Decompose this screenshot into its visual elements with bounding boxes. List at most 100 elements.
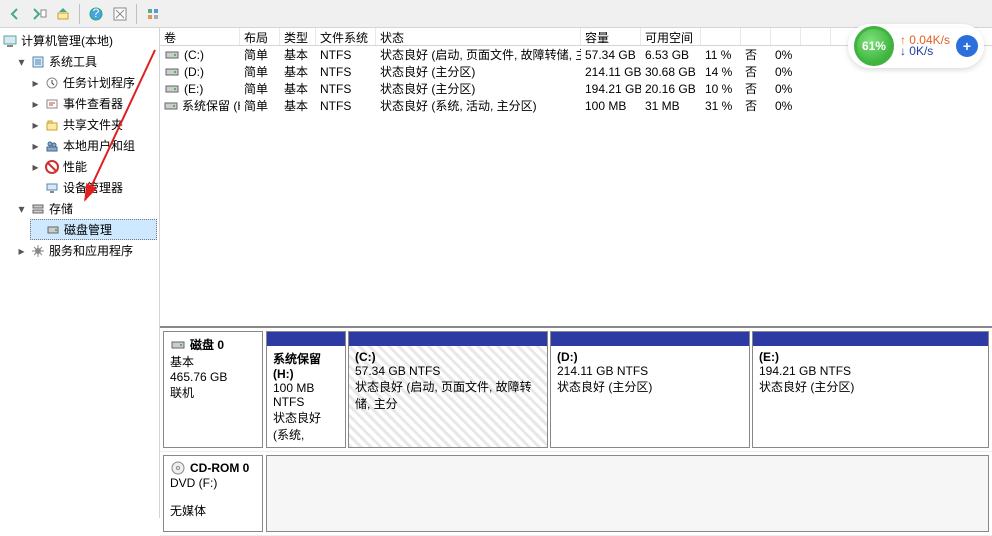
partition-status: 状态良好 (系统, bbox=[273, 409, 339, 443]
column-header[interactable] bbox=[741, 28, 771, 45]
volume-cell: 否 bbox=[741, 63, 771, 80]
pct-value: 61% bbox=[862, 39, 886, 53]
volume-cell: 6.53 GB bbox=[641, 48, 701, 62]
tree-group-label: 系统工具 bbox=[49, 53, 97, 70]
volume-cell: 214.11 GB bbox=[581, 65, 641, 79]
item-icon bbox=[44, 75, 60, 91]
volume-cell: 194.21 GB bbox=[581, 82, 641, 96]
expander-icon[interactable]: ▾ bbox=[16, 203, 27, 214]
tree-item-label: 任务计划程序 bbox=[63, 74, 135, 91]
disk-strip: 磁盘 0 基本 465.76 GB 联机 系统保留 (H:)100 MB NTF… bbox=[160, 328, 992, 452]
volume-row[interactable]: (E:)简单基本NTFS状态良好 (主分区)194.21 GB20.16 GB1… bbox=[160, 80, 992, 97]
partition-size: 100 MB NTFS bbox=[273, 381, 339, 409]
computer-icon bbox=[2, 33, 18, 49]
expander-icon[interactable]: ▸ bbox=[30, 77, 41, 88]
graphical-view: 磁盘 0 基本 465.76 GB 联机 系统保留 (H:)100 MB NTF… bbox=[160, 326, 992, 536]
expander-icon[interactable]: ▸ bbox=[30, 140, 41, 151]
item-icon bbox=[44, 180, 60, 196]
disk-size: 465.76 GB bbox=[170, 370, 256, 384]
volume-row[interactable]: 系统保留 (H:)简单基本NTFS状态良好 (系统, 活动, 主分区)100 M… bbox=[160, 97, 992, 114]
floating-widget[interactable]: 61% ↑ 0.04K/s ↓ 0K/s + bbox=[848, 24, 984, 68]
partition[interactable]: (D:)214.11 GB NTFS状态良好 (主分区) bbox=[550, 331, 750, 448]
tree-item-label: 共享文件夹 bbox=[63, 116, 123, 133]
cdrom-title: CD-ROM 0 bbox=[190, 461, 249, 475]
download-rate: 0K/s bbox=[909, 44, 933, 58]
tree-group[interactable]: ▾存储 bbox=[16, 198, 157, 219]
tree-item-label: 事件查看器 bbox=[63, 95, 123, 112]
partition-status: 状态良好 (主分区) bbox=[557, 378, 743, 395]
tree-item[interactable]: ▸ 共享文件夹 bbox=[30, 114, 157, 135]
volume-cell: 状态良好 (主分区) bbox=[376, 63, 581, 80]
memory-pct-circle[interactable]: 61% bbox=[854, 26, 894, 66]
volume-cell: 基本 bbox=[280, 46, 316, 63]
volume-cell: (D:) bbox=[160, 64, 240, 80]
expander-icon[interactable]: ▾ bbox=[16, 56, 27, 67]
partition-name: (E:) bbox=[759, 350, 982, 364]
partition-status: 状态良好 (主分区) bbox=[759, 378, 982, 395]
column-header[interactable] bbox=[771, 28, 801, 45]
partition-name: (D:) bbox=[557, 350, 743, 364]
cdrom-status: 无媒体 bbox=[170, 502, 256, 519]
tree-root[interactable]: 计算机管理(本地) bbox=[2, 30, 157, 51]
partition-name: (C:) bbox=[355, 350, 541, 364]
volume-list: (C:)简单基本NTFS状态良好 (启动, 页面文件, 故障转储, 主分区)57… bbox=[160, 46, 992, 326]
plus-badge[interactable]: + bbox=[956, 35, 978, 57]
volume-cell: 20.16 GB bbox=[641, 82, 701, 96]
tree-item-label: 本地用户和组 bbox=[63, 137, 135, 154]
volume-cell: 否 bbox=[741, 46, 771, 63]
column-header[interactable]: 可用空间 bbox=[641, 28, 701, 45]
expander-icon[interactable]: ▸ bbox=[30, 119, 41, 130]
column-header[interactable] bbox=[801, 28, 831, 45]
expander-icon[interactable]: ▸ bbox=[30, 161, 41, 172]
volume-cell: 系统保留 (H:) bbox=[160, 97, 240, 114]
column-header[interactable]: 类型 bbox=[280, 28, 316, 45]
group-icon bbox=[30, 54, 46, 70]
tree-item[interactable]: 设备管理器 bbox=[30, 177, 157, 198]
column-header[interactable]: 状态 bbox=[376, 28, 581, 45]
column-header[interactable]: 文件系统 bbox=[316, 28, 376, 45]
column-header[interactable]: 容量 bbox=[581, 28, 641, 45]
volume-cell: 0% bbox=[771, 99, 801, 113]
volume-cell: 31 % bbox=[701, 99, 741, 113]
disk-label[interactable]: 磁盘 0 基本 465.76 GB 联机 bbox=[163, 331, 263, 448]
cdrom-strip: CD-ROM 0 DVD (F:) 无媒体 bbox=[160, 452, 992, 536]
column-header[interactable] bbox=[701, 28, 741, 45]
forward-menu-button[interactable] bbox=[28, 3, 50, 25]
volume-cell: 0% bbox=[771, 48, 801, 62]
tree-item[interactable]: ▸ 任务计划程序 bbox=[30, 72, 157, 93]
cdrom-label[interactable]: CD-ROM 0 DVD (F:) 无媒体 bbox=[163, 455, 263, 532]
expander-icon[interactable]: ▸ bbox=[16, 245, 27, 256]
tree-group-label: 服务和应用程序 bbox=[49, 242, 133, 259]
tree-group[interactable]: ▸ 服务和应用程序 bbox=[16, 240, 157, 261]
help-button[interactable]: ? bbox=[85, 3, 107, 25]
partition-size: 194.21 GB NTFS bbox=[759, 364, 982, 378]
tree-item[interactable]: ▸性能 bbox=[30, 156, 157, 177]
tree-panel: 计算机管理(本地) ▾ 系统工具 ▸ 任务计划程序 ▸ 事件查看器 ▸ 共享文件夹 ▸ 本地用户和… bbox=[0, 28, 160, 518]
partition[interactable]: (C:)57.34 GB NTFS状态良好 (启动, 页面文件, 故障转储, 主… bbox=[348, 331, 548, 448]
refresh-button[interactable] bbox=[109, 3, 131, 25]
column-header[interactable]: 卷 bbox=[160, 28, 240, 45]
volume-cell: 0% bbox=[771, 65, 801, 79]
volume-cell: 10 % bbox=[701, 82, 741, 96]
tree-root-label: 计算机管理(本地) bbox=[21, 32, 113, 49]
tree-item[interactable]: 磁盘管理 bbox=[30, 219, 157, 240]
partition[interactable]: 系统保留 (H:)100 MB NTFS状态良好 (系统, bbox=[266, 331, 346, 448]
partition[interactable]: (E:)194.21 GB NTFS状态良好 (主分区) bbox=[752, 331, 989, 448]
volume-icon bbox=[164, 81, 180, 97]
back-button[interactable] bbox=[4, 3, 26, 25]
tree-group[interactable]: ▾ 系统工具 bbox=[16, 51, 157, 72]
toolbar: ? bbox=[0, 0, 992, 28]
main: 计算机管理(本地) ▾ 系统工具 ▸ 任务计划程序 ▸ 事件查看器 ▸ 共享文件夹 ▸ 本地用户和… bbox=[0, 28, 992, 518]
properties-button[interactable] bbox=[142, 3, 164, 25]
up-button[interactable] bbox=[52, 3, 74, 25]
tree-item[interactable]: ▸ 事件查看器 bbox=[30, 93, 157, 114]
disk-type: 基本 bbox=[170, 353, 256, 370]
item-icon bbox=[44, 96, 60, 112]
expander-icon[interactable]: ▸ bbox=[30, 98, 41, 109]
group-icon bbox=[30, 243, 46, 259]
svg-text:?: ? bbox=[93, 7, 100, 20]
volume-cell: 基本 bbox=[280, 63, 316, 80]
volume-cell: 基本 bbox=[280, 97, 316, 114]
tree-item[interactable]: ▸ 本地用户和组 bbox=[30, 135, 157, 156]
column-header[interactable]: 布局 bbox=[240, 28, 280, 45]
